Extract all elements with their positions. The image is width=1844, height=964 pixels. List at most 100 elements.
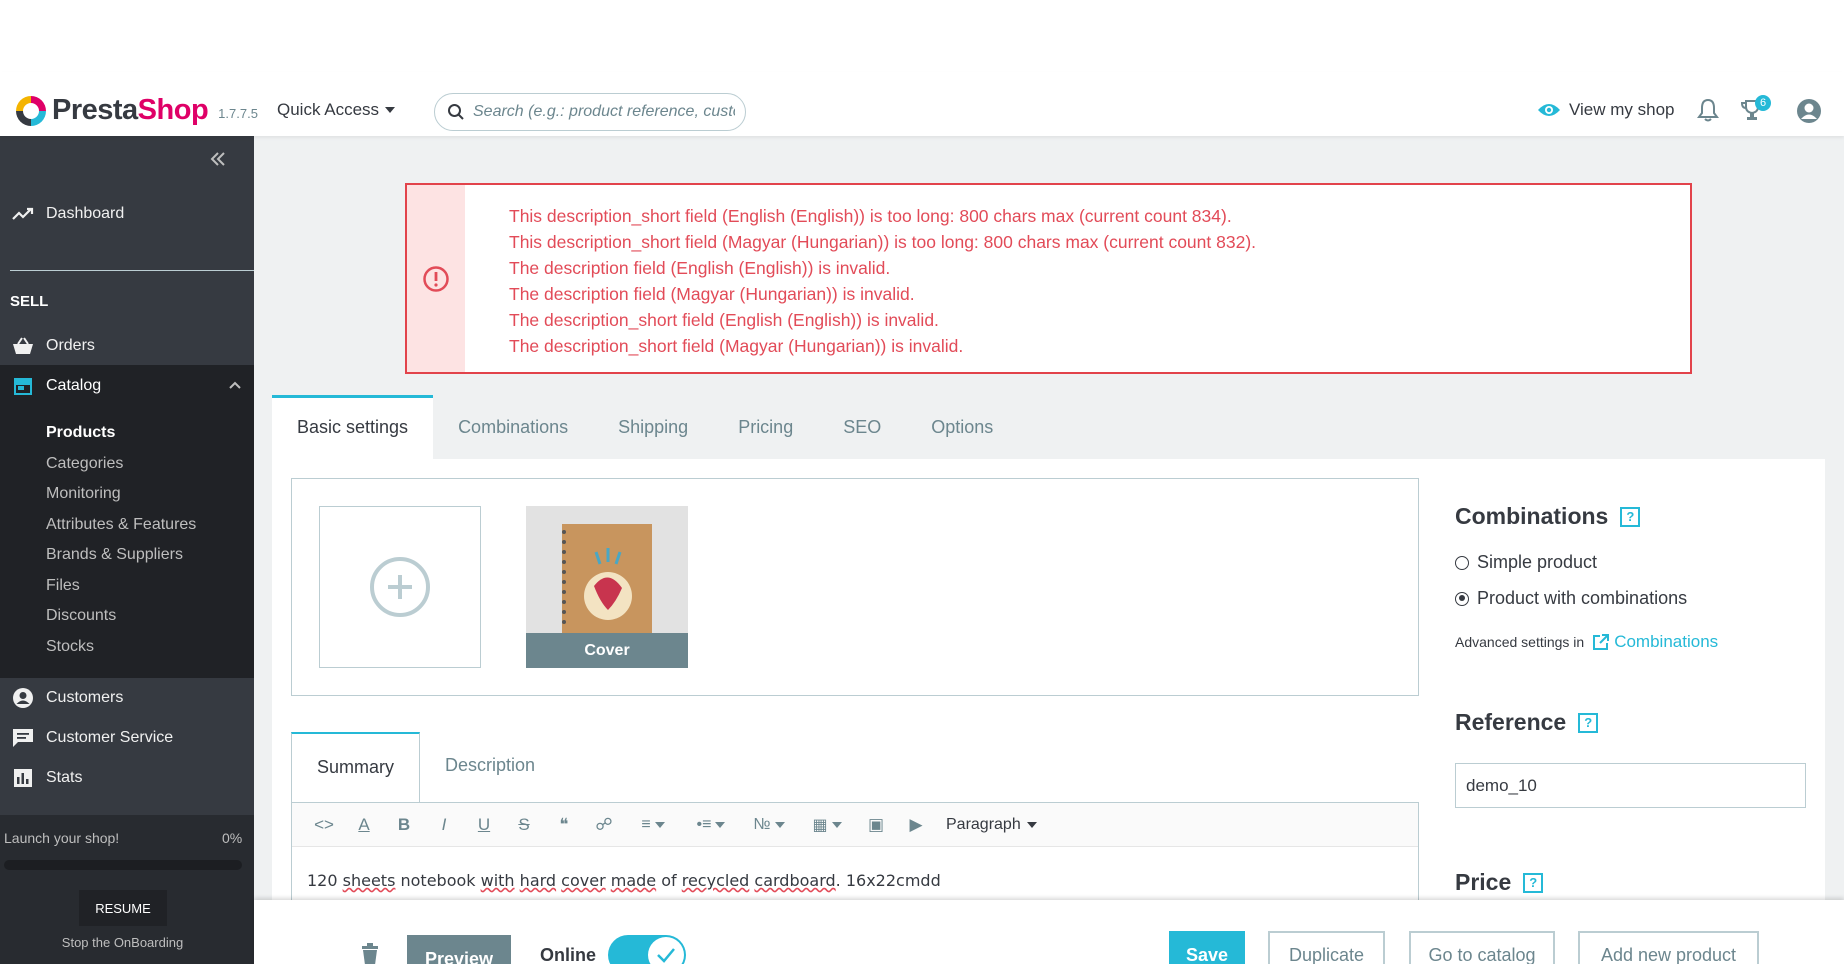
- account-icon[interactable]: [1796, 98, 1822, 129]
- add-new-product-button[interactable]: Add new product: [1578, 931, 1759, 964]
- sidebar-item-orders[interactable]: Orders: [0, 336, 254, 356]
- sidebar-item-monitoring[interactable]: Monitoring: [46, 485, 121, 503]
- sidebar-item-brands[interactable]: Brands & Suppliers: [46, 546, 183, 564]
- italic-icon[interactable]: I: [424, 815, 464, 835]
- sidebar-item-products[interactable]: Products: [46, 424, 115, 442]
- quote-icon[interactable]: ❝: [544, 815, 584, 835]
- table-dropdown[interactable]: ▦: [798, 815, 856, 835]
- simple-product-radio[interactable]: Simple product: [1455, 552, 1597, 573]
- help-icon[interactable]: ?: [1620, 506, 1641, 527]
- onboarding-progress-bar: [4, 860, 242, 870]
- sidebar-item-customer-service[interactable]: Customer Service: [0, 728, 254, 748]
- search-icon: [448, 104, 464, 120]
- editor-toolbar: <> A B I U S ❝ ☍ ≡ •≡ № ▦ ▣ ▶ Paragraph: [292, 803, 1418, 847]
- chat-icon: [0, 728, 46, 748]
- bell-icon[interactable]: [1697, 98, 1719, 127]
- caret-down-icon: [774, 821, 785, 828]
- caret-down-icon: [831, 821, 842, 828]
- preview-button[interactable]: Preview: [407, 935, 511, 964]
- sidebar-item-label: Stats: [46, 769, 83, 786]
- notification-badge: 6: [1755, 95, 1771, 111]
- quick-access-label: Quick Access: [277, 100, 380, 119]
- paragraph-format-dropdown[interactable]: Paragraph: [946, 816, 1037, 834]
- version-label: 1.7.7.5: [218, 106, 258, 121]
- media-icon[interactable]: ▶: [896, 815, 936, 835]
- reference-input[interactable]: [1455, 763, 1806, 808]
- online-toggle[interactable]: [608, 935, 686, 964]
- alert-message: This description_short field (English (E…: [509, 206, 1232, 226]
- sidebar-item-files[interactable]: Files: [46, 577, 80, 595]
- align-left-icon: ≡: [641, 815, 651, 833]
- bullet-list-dropdown[interactable]: •≡: [682, 816, 740, 834]
- caret-down-icon: [385, 107, 396, 113]
- tab-shipping[interactable]: Shipping: [593, 395, 713, 459]
- strikethrough-icon[interactable]: S: [504, 815, 544, 835]
- help-icon[interactable]: ?: [1578, 712, 1599, 733]
- tab-description[interactable]: Description: [420, 732, 560, 802]
- sidebar-item-label: Customers: [46, 689, 124, 706]
- product-image-thumbnail[interactable]: Cover: [526, 506, 688, 668]
- radio-label: Simple product: [1477, 552, 1598, 572]
- combinations-title: Combinations: [1455, 503, 1609, 529]
- tab-basic-settings[interactable]: Basic settings: [272, 395, 434, 459]
- description-subtabs: Summary Description: [291, 732, 560, 802]
- stop-onboarding-link[interactable]: Stop the OnBoarding: [0, 935, 245, 950]
- tab-summary[interactable]: Summary: [291, 732, 421, 802]
- search-box[interactable]: [434, 93, 746, 131]
- delete-product-icon[interactable]: [360, 943, 380, 964]
- view-my-shop-link[interactable]: View my shop: [1537, 100, 1675, 120]
- sidebar-item-discounts[interactable]: Discounts: [46, 607, 116, 625]
- add-image-button[interactable]: [319, 506, 481, 668]
- reference-heading: Reference ?: [1455, 709, 1599, 736]
- bar-chart-icon: [0, 768, 46, 788]
- sidebar-item-label: Catalog: [46, 377, 102, 394]
- tab-options[interactable]: Options: [906, 395, 1018, 459]
- image-icon[interactable]: ▣: [856, 815, 896, 835]
- combinations-heading: Combinations ?: [1455, 503, 1641, 530]
- sidebar-item-customers[interactable]: Customers: [0, 688, 254, 708]
- text-color-icon[interactable]: A: [344, 815, 384, 835]
- product-tabs: Basic settings Combinations Shipping Pri…: [272, 395, 1018, 459]
- logo[interactable]: PrestaShop 1.7.7.5: [16, 94, 258, 127]
- product-with-combinations-radio[interactable]: Product with combinations: [1455, 588, 1687, 609]
- format-label: Paragraph: [946, 815, 1021, 833]
- store-icon: [0, 377, 46, 395]
- sidebar-item-stocks[interactable]: Stocks: [46, 638, 94, 656]
- combinations-link[interactable]: Combinations: [1592, 632, 1718, 652]
- sidebar-item-label: Customer Service: [46, 729, 174, 746]
- caret-down-icon: [654, 821, 665, 828]
- sidebar-item-categories[interactable]: Categories: [46, 455, 123, 473]
- tab-seo[interactable]: SEO: [818, 395, 906, 459]
- table-icon: ▦: [812, 816, 828, 834]
- sell-heading: SELL: [10, 293, 49, 310]
- collapse-sidebar-icon[interactable]: [209, 150, 227, 173]
- sidebar-item-stats[interactable]: Stats: [0, 768, 254, 788]
- sidebar-item-attributes[interactable]: Attributes & Features: [46, 516, 196, 534]
- help-icon[interactable]: ?: [1523, 872, 1544, 893]
- alert-message: The description_short field (English (En…: [509, 310, 939, 330]
- caret-down-icon: [715, 821, 726, 828]
- numbered-list-icon: №: [753, 815, 771, 833]
- radio-checked-icon: [1455, 591, 1469, 606]
- search-input[interactable]: [473, 103, 735, 121]
- code-icon[interactable]: <>: [304, 815, 344, 835]
- save-button[interactable]: Save: [1169, 931, 1245, 964]
- tab-pricing[interactable]: Pricing: [713, 395, 818, 459]
- alert-message: This description_short field (Magyar (Hu…: [509, 232, 1257, 252]
- view-my-shop-label: View my shop: [1569, 100, 1675, 119]
- summary-text[interactable]: 120 sheets notebook with hard cover made…: [307, 871, 941, 890]
- alert-message: The description field (Magyar (Hungarian…: [509, 284, 915, 304]
- align-dropdown[interactable]: ≡: [624, 816, 682, 834]
- sidebar-item-dashboard[interactable]: Dashboard: [0, 204, 254, 224]
- numbered-list-dropdown[interactable]: №: [740, 816, 798, 834]
- quick-access-dropdown[interactable]: Quick Access: [277, 100, 396, 120]
- basket-icon: [0, 337, 46, 355]
- link-icon[interactable]: ☍: [584, 815, 624, 835]
- tab-combinations[interactable]: Combinations: [433, 395, 593, 459]
- resume-button[interactable]: RESUME: [79, 890, 167, 926]
- underline-icon[interactable]: U: [464, 815, 504, 835]
- duplicate-button[interactable]: Duplicate: [1268, 931, 1385, 964]
- bold-icon[interactable]: B: [384, 815, 424, 835]
- go-to-catalog-button[interactable]: Go to catalog: [1409, 931, 1555, 964]
- sidebar-item-catalog[interactable]: Catalog: [0, 376, 254, 396]
